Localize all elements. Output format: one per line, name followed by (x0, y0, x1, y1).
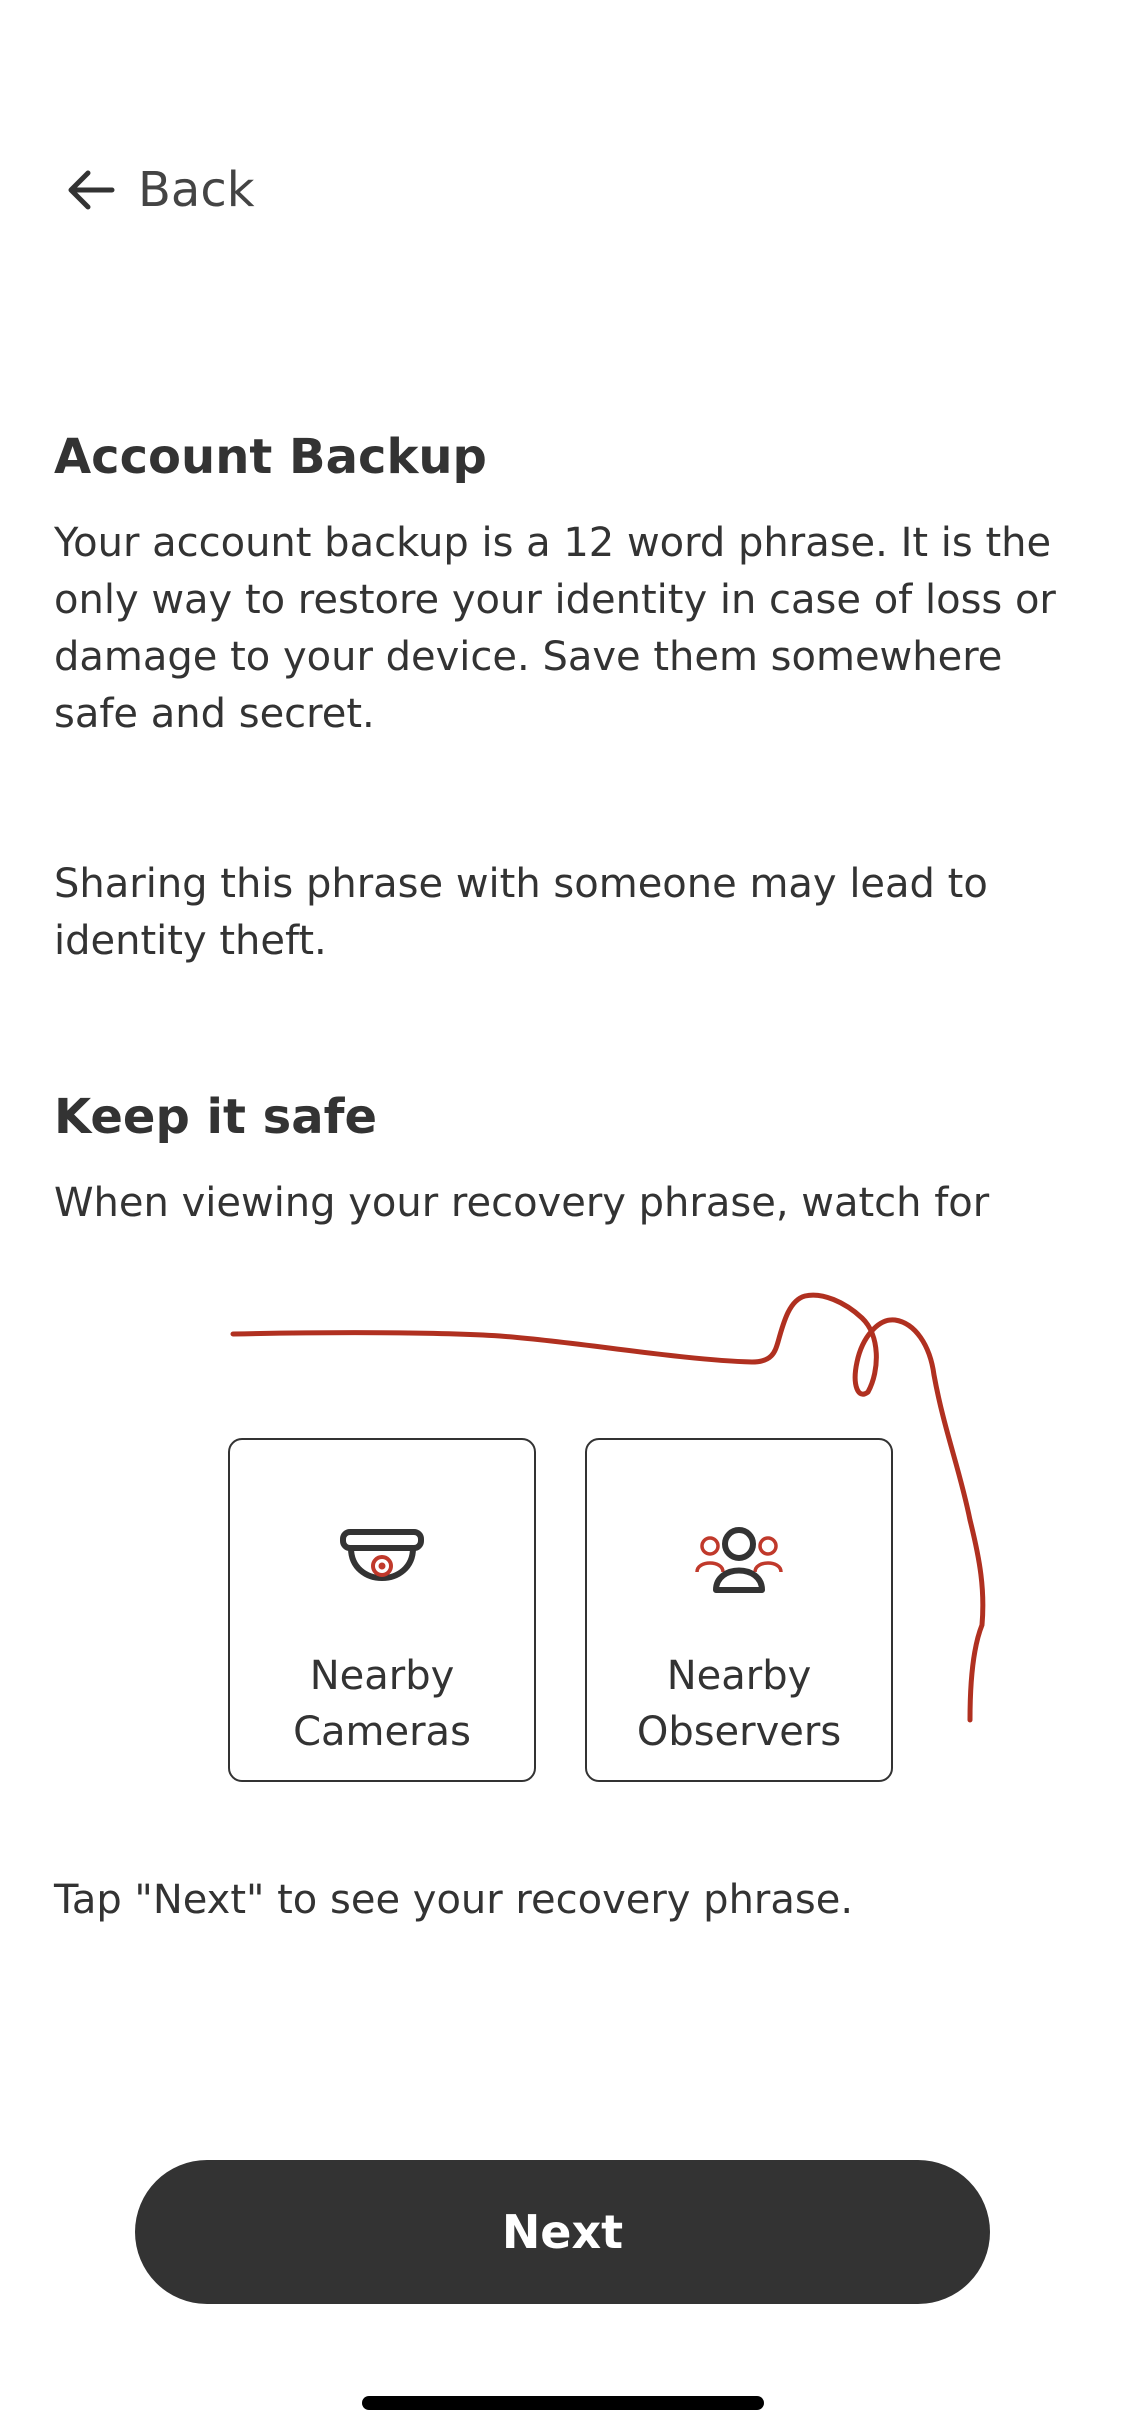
arrow-left-icon (68, 170, 115, 210)
home-indicator (362, 2396, 764, 2410)
safety-intro: When viewing your recovery phrase, watch… (54, 1180, 990, 1226)
nearby-observers-label: Nearby Observers (636, 1653, 842, 1755)
back-label: Back (138, 162, 255, 218)
next-instruction: Tap "Next" to see your recovery phrase. (54, 1877, 854, 1923)
section-title: Keep it safe (54, 1089, 378, 1145)
nearby-cameras-card: Nearby Cameras (228, 1438, 536, 1782)
back-button[interactable]: Back (64, 160, 255, 220)
page-title: Account Backup (54, 429, 487, 485)
observers-icon (695, 1527, 783, 1593)
nearby-cameras-label: Nearby Cameras (293, 1653, 471, 1755)
next-button[interactable]: Next (135, 2160, 990, 2304)
backup-warning: Sharing this phrase with someone may lea… (54, 861, 988, 964)
security-camera-icon (340, 1529, 424, 1581)
backup-description: Your account backup is a 12 word phrase.… (54, 520, 1056, 737)
nearby-observers-card: Nearby Observers (585, 1438, 893, 1782)
